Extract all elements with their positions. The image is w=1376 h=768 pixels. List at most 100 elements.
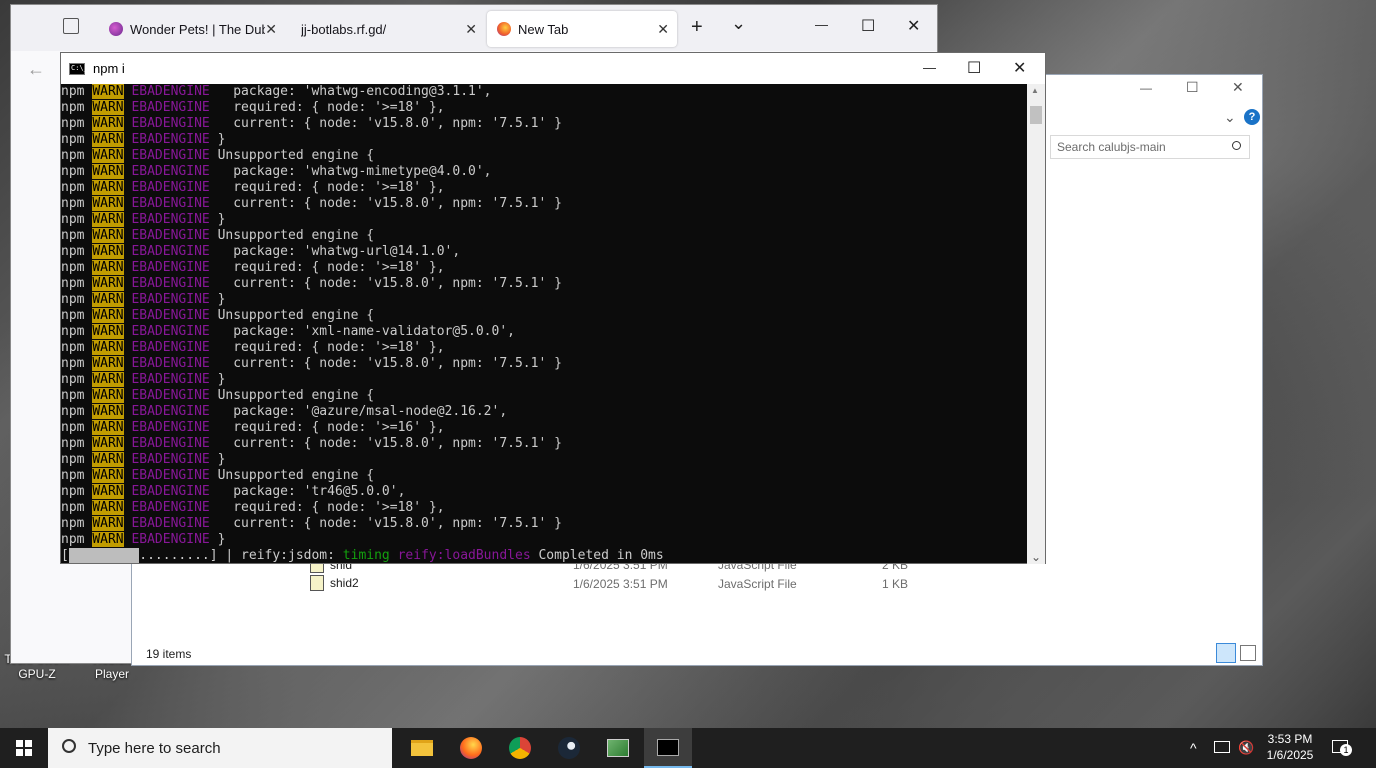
notification-count-badge: 1 (1340, 744, 1352, 756)
log-message: required: { node: '>=18' }, (217, 260, 445, 275)
close-button[interactable]: ✕ (1013, 58, 1026, 78)
command-prompt-icon: C:\_ (69, 62, 88, 75)
tab-new-tab[interactable]: New Tab ✕ (487, 11, 677, 47)
terminal-line: npm WARN EBADENGINE package: 'xml-name-v… (61, 324, 1027, 340)
tab-wonder-pets[interactable]: Wonder Pets! | The Dubbi ✕ (99, 11, 285, 47)
minimize-button[interactable]: — (1140, 81, 1152, 95)
scrollbar-thumb[interactable] (1030, 106, 1042, 124)
log-level-warn: WARN (92, 148, 124, 163)
log-message: required: { node: '>=18' }, (217, 180, 445, 195)
scroll-down-arrow-icon[interactable]: ⌄ (1031, 550, 1041, 564)
terminal-scrollbar[interactable]: ▲ ⌄ (1027, 84, 1045, 564)
log-code: EBADENGINE (131, 484, 210, 499)
taskbar-file-explorer[interactable] (398, 728, 446, 768)
tab-overview-icon[interactable] (63, 18, 79, 34)
tab-list-chevron-icon[interactable]: ⌄ (731, 13, 746, 34)
large-icons-view-icon[interactable] (1240, 645, 1256, 661)
log-level-warn: WARN (92, 516, 124, 531)
tab-close-icon[interactable]: ✕ (657, 21, 669, 38)
terminal-line: npm WARN EBADENGINE package: '@azure/msa… (61, 404, 1027, 420)
tab-jj-botlabs[interactable]: jj-botlabs.rf.gd/ ✕ (291, 11, 485, 47)
minimize-button[interactable]: — (815, 17, 828, 32)
file-row[interactable]: shid2 (310, 575, 359, 591)
log-prefix-npm: npm (61, 116, 85, 131)
log-message: Unsupported engine { (217, 308, 375, 323)
log-message: Unsupported engine { (217, 468, 375, 483)
log-message: current: { node: 'v15.8.0', npm: '7.5.1'… (217, 516, 562, 531)
new-tab-button[interactable]: + (691, 16, 703, 39)
taskbar-command-prompt[interactable] (644, 728, 692, 768)
ribbon-expand-chevron-icon[interactable]: ⌄ (1224, 109, 1236, 126)
log-code: EBADENGINE (131, 180, 210, 195)
log-prefix-npm: npm (61, 100, 85, 115)
browser-tabbar: Wonder Pets! | The Dubbi ✕ jj-botlabs.rf… (11, 5, 937, 51)
log-message: package: 'whatwg-mimetype@4.0.0', (217, 164, 492, 179)
log-level-warn: WARN (92, 484, 124, 499)
tab-close-icon[interactable]: ✕ (265, 21, 277, 38)
log-message: package: 'whatwg-encoding@3.1.1', (217, 84, 492, 99)
maximize-button[interactable]: ☐ (861, 16, 875, 36)
notification-center-button[interactable]: 1 (1330, 738, 1352, 758)
log-code: EBADENGINE (131, 244, 210, 259)
maximize-button[interactable]: ☐ (1186, 79, 1199, 96)
log-code: EBADENGINE (131, 308, 210, 323)
log-message: required: { node: '>=18' }, (217, 500, 445, 515)
log-prefix-npm: npm (61, 196, 85, 211)
progress-bracket: [ (61, 548, 69, 563)
back-arrow-icon[interactable]: ← (27, 59, 45, 80)
terminal-line: npm WARN EBADENGINE current: { node: 'v1… (61, 436, 1027, 452)
log-message: Unsupported engine { (217, 148, 375, 163)
close-button[interactable]: ✕ (907, 16, 920, 36)
status-item-count: 19 items (146, 647, 192, 661)
log-level-warn: WARN (92, 468, 124, 483)
tab-label: New Tab (518, 21, 569, 37)
terminal-output[interactable]: npm WARN EBADENGINE package: 'whatwg-enc… (61, 84, 1027, 564)
desktop-icon-label: GPU-Z (18, 667, 56, 681)
log-prefix-npm: npm (61, 516, 85, 531)
volume-muted-icon[interactable]: 🔇 (1238, 740, 1254, 756)
log-prefix-npm: npm (61, 404, 85, 419)
network-icon[interactable] (1214, 741, 1230, 753)
search-input[interactable]: Search calubjs-main (1050, 135, 1250, 159)
log-level-warn: WARN (92, 244, 124, 259)
js-file-icon (310, 575, 324, 591)
log-prefix-npm: npm (61, 148, 85, 163)
help-icon[interactable]: ? (1244, 109, 1260, 125)
terminal-line: npm WARN EBADENGINE } (61, 452, 1027, 468)
terminal-line: npm WARN EBADENGINE Unsupported engine { (61, 468, 1027, 484)
log-level-warn: WARN (92, 132, 124, 147)
log-code: EBADENGINE (131, 420, 210, 435)
chrome-icon (509, 737, 531, 759)
taskbar-image-app[interactable] (594, 728, 642, 768)
progress-status: Completed in 0ms (538, 548, 664, 563)
tab-label: jj-botlabs.rf.gd/ (301, 21, 387, 37)
close-button[interactable]: ✕ (1232, 79, 1244, 96)
tab-close-icon[interactable]: ✕ (465, 21, 477, 38)
log-message: package: 'whatwg-url@14.1.0', (217, 244, 461, 259)
log-prefix-npm: npm (61, 212, 85, 227)
details-view-icon[interactable] (1216, 643, 1236, 663)
scroll-up-arrow-icon[interactable]: ▲ (1031, 86, 1039, 95)
log-level-warn: WARN (92, 180, 124, 195)
taskbar-search-input[interactable]: Type here to search (48, 728, 392, 768)
log-prefix-npm: npm (61, 308, 85, 323)
log-message: current: { node: 'v15.8.0', npm: '7.5.1'… (217, 436, 562, 451)
taskbar: Type here to search ^ 🔇 3:53 PM 1/6/2025… (0, 728, 1376, 768)
taskbar-steam[interactable] (545, 728, 593, 768)
taskbar-chrome[interactable] (496, 728, 544, 768)
log-prefix-npm: npm (61, 292, 85, 307)
terminal-line: npm WARN EBADENGINE current: { node: 'v1… (61, 516, 1027, 532)
log-prefix-npm: npm (61, 228, 85, 243)
log-prefix-npm: npm (61, 244, 85, 259)
taskbar-firefox[interactable] (447, 728, 495, 768)
file-size: 1 KB (882, 577, 909, 591)
clock-date: 1/6/2025 (1266, 748, 1314, 762)
log-prefix-npm: npm (61, 340, 85, 355)
log-message: } (217, 532, 226, 547)
minimize-button[interactable]: — (923, 60, 936, 75)
system-clock[interactable]: 3:53 PM 1/6/2025 (1260, 731, 1320, 763)
tray-chevron-icon[interactable]: ^ (1190, 740, 1197, 756)
start-button[interactable] (0, 728, 48, 768)
log-code: EBADENGINE (131, 436, 210, 451)
maximize-button[interactable]: ☐ (967, 58, 981, 78)
